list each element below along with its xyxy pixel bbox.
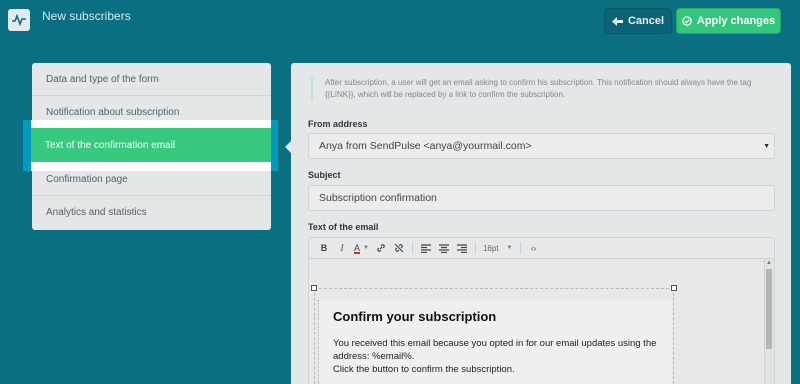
apply-changes-button[interactable]: Apply changes	[676, 8, 781, 34]
editor-scrollbar[interactable]: ▲	[764, 259, 774, 384]
italic-button[interactable]: I	[333, 239, 351, 258]
align-left-button[interactable]	[417, 239, 435, 258]
toolbar-divider	[519, 242, 521, 254]
resize-handle[interactable]	[311, 285, 317, 291]
editor-toolbar: B I A ▼ 16pt ▼ ‹›	[308, 237, 775, 258]
arrow-left-icon	[611, 16, 623, 26]
menu-item-confirmation-email[interactable]: Text of the confirmation email	[31, 128, 271, 162]
menu-item-label: Text of the confirmation email	[45, 139, 176, 151]
align-center-icon	[438, 243, 449, 253]
apply-changes-label: Apply changes	[696, 15, 776, 27]
bold-button[interactable]: B	[315, 239, 333, 258]
from-address-label: From address	[308, 119, 368, 129]
align-right-icon	[456, 243, 467, 253]
menu-item-analytics[interactable]: Analytics and statistics	[32, 196, 271, 229]
source-code-button[interactable]: ‹›	[525, 239, 543, 258]
toolbar-divider	[474, 242, 476, 254]
resize-handle[interactable]	[671, 285, 677, 291]
info-notice: After subscription, a user will get an e…	[311, 77, 771, 101]
code-icon: ‹›	[530, 243, 537, 253]
align-center-button[interactable]	[435, 239, 453, 258]
font-color-button[interactable]: A ▼	[351, 239, 372, 258]
subject-input[interactable]: Subscription confirmation	[308, 185, 775, 211]
email-body: You received this email because you opte…	[333, 337, 673, 376]
menu-item-form-data[interactable]: Data and type of the form	[32, 63, 271, 96]
align-left-icon	[420, 243, 431, 253]
subject-value: Subscription confirmation	[319, 192, 437, 204]
pulse-icon	[12, 14, 26, 26]
cancel-button[interactable]: Cancel	[604, 8, 672, 34]
link-icon	[377, 244, 385, 252]
toolbar-divider	[411, 242, 413, 254]
unlink-icon	[394, 243, 404, 253]
menu-item-label: Confirmation page	[46, 173, 128, 185]
check-circle-icon	[682, 16, 692, 26]
page-title: New subscribers	[42, 9, 131, 23]
caret-down-icon: ▼	[763, 143, 770, 150]
scrollbar-thumb[interactable]	[766, 269, 772, 349]
scroll-up-icon: ▲	[766, 260, 772, 266]
font-size-value: 16pt	[482, 243, 499, 253]
from-address-select[interactable]: Anya from SendPulse <anya@yourmail.com> …	[308, 133, 775, 159]
menu-item-label: Analytics and statistics	[46, 207, 147, 218]
email-heading: Confirm your subscription	[333, 309, 497, 324]
menu-item-label: Notification about subscription	[46, 106, 180, 118]
from-address-value: Anya from SendPulse <anya@yourmail.com>	[319, 140, 532, 152]
email-text-label: Text of the email	[308, 222, 379, 232]
app-logo	[8, 9, 30, 31]
font-size-select[interactable]: 16pt ▼	[480, 239, 516, 258]
link-button[interactable]	[372, 239, 390, 258]
chevron-down-icon: ▼	[363, 245, 369, 251]
font-color-icon: A	[354, 243, 361, 253]
subject-label: Subject	[308, 170, 341, 180]
email-body-line: You received this email because you opte…	[333, 338, 657, 362]
unlink-button[interactable]	[390, 239, 408, 258]
cancel-button-label: Cancel	[627, 15, 665, 27]
email-body-line: Click the button to confirm the subscrip…	[333, 364, 515, 375]
chevron-down-icon: ▼	[506, 245, 513, 251]
align-right-button[interactable]	[453, 239, 471, 258]
menu-item-label: Data and type of the form	[46, 73, 159, 85]
